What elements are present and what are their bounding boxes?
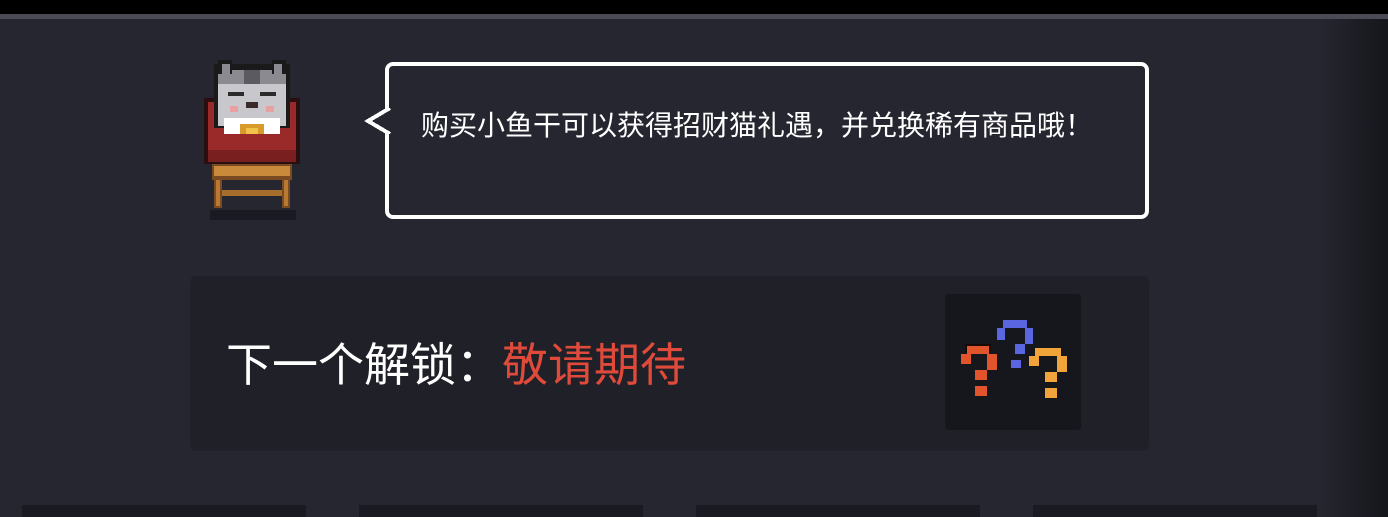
mystery-question-icon: [961, 320, 1067, 398]
bottom-tab-3[interactable]: [696, 505, 980, 517]
bottom-tab-4[interactable]: [1033, 505, 1317, 517]
bottom-tab-1[interactable]: [22, 505, 306, 517]
mystery-item-slot[interactable]: [945, 294, 1081, 430]
speech-bubble: 购买小鱼干可以获得招财猫礼遇，并兑换稀有商品哦！: [385, 62, 1149, 219]
next-unlock-value: 敬请期待: [502, 338, 686, 392]
bottom-tab-2[interactable]: [359, 505, 643, 517]
right-edge-shade: [1320, 19, 1388, 517]
next-unlock-text: 下一个解锁：敬请期待: [226, 340, 686, 390]
dialog-text: 购买小鱼干可以获得招财猫礼遇，并兑换稀有商品哦！: [421, 109, 1094, 142]
next-unlock-label: 下一个解锁：: [226, 338, 502, 392]
lucky-cat-icon[interactable]: [200, 58, 304, 224]
next-unlock-panel: 下一个解锁：敬请期待: [190, 276, 1149, 451]
top-bar-edge: [0, 14, 1388, 19]
speech-bubble-tail: [364, 106, 392, 136]
